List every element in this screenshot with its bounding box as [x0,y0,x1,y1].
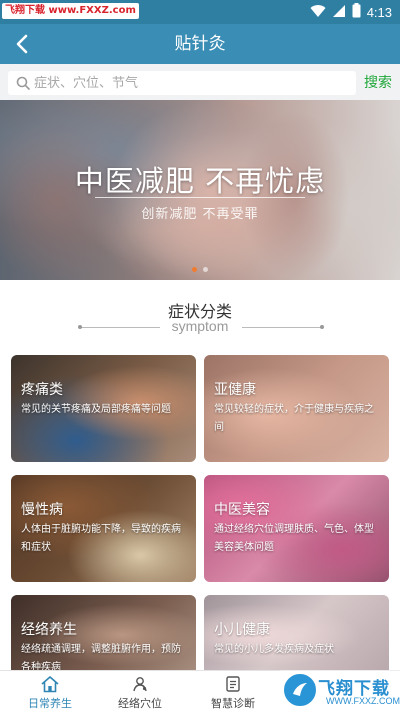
category-card-pain[interactable]: 疼痛类 常见的关节疼痛及局部疼痛等问题 [11,355,196,462]
banner-subtitle: 创新减肥 不再受罪 [141,207,259,222]
category-title: 中医美容 [214,502,270,518]
tab-label: 日常养生 [28,697,72,710]
status-icons: 4:13 [310,2,392,22]
section-divider-dot [320,325,324,329]
banner-dot-active[interactable] [192,267,197,272]
banner-title: 中医减肥 不再忧虑 [74,164,326,198]
category-card-meridian[interactable]: 经络养生 经络疏通调理，调整脏腑作用，预防各种疾病 [11,595,196,675]
category-card-subhealth[interactable]: 亚健康 常见较轻的症状，介于健康与疾病之间 [204,355,389,462]
tab-daily-health[interactable]: 日常养生 [0,671,100,712]
search-icon [12,71,34,95]
tab-label: 智慧诊断 [211,697,255,710]
category-desc: 常见较轻的症状，介于健康与疾病之间 [214,404,374,433]
watermark-url: WWW.FXXZ.COM [326,696,400,706]
category-card-beauty[interactable]: 中医美容 通过经络穴位调理肤质、气色、体型美容美体问题 [204,475,389,582]
status-time: 4:13 [366,4,392,20]
app-screen: 飞翔下载 www.FXXZ.com 4:13 贴针灸 搜索 [0,0,400,712]
banner-divider [95,197,305,198]
promo-banner[interactable]: 中医减肥 不再忧虑 创新减肥 不再受罪 [0,100,400,280]
category-title: 亚健康 [214,382,256,398]
search-input[interactable] [34,71,356,95]
watermark-logo [282,672,318,708]
home-icon [40,675,60,693]
watermark-top: 飞翔下载 www.FXXZ.com [2,3,139,19]
category-desc: 常见的关节疼痛及局部疼痛等问题 [21,404,171,415]
banner-dot[interactable] [203,267,208,272]
tab-acupoints[interactable]: 经络穴位 [90,671,190,712]
signal-icon [332,3,346,22]
search-box[interactable] [8,71,356,95]
banner-pagination [0,267,400,272]
status-bar: 飞翔下载 www.FXXZ.com 4:13 [0,0,400,24]
app-header: 贴针灸 [0,24,400,64]
battery-icon [352,2,361,22]
tab-label: 经络穴位 [118,697,162,710]
tab-diagnosis[interactable]: 智慧诊断 [183,671,283,712]
section-subtitle-row: symptom [0,318,400,338]
category-card-chronic[interactable]: 慢性病 人体由于脏腑功能下降，导致的疾病和症状 [11,475,196,582]
page-title: 贴针灸 [174,34,226,54]
category-title: 小儿健康 [214,622,270,638]
section-subtitle: symptom [171,318,229,334]
category-title: 疼痛类 [21,382,63,398]
wifi-icon [310,3,326,22]
category-title: 慢性病 [21,502,63,518]
category-desc: 通过经络穴位调理肤质、气色、体型美容美体问题 [214,524,374,553]
category-card-children[interactable]: 小儿健康 常见的小儿多发疾病及症状 [204,595,389,675]
acupoint-icon [130,675,150,693]
diagnosis-icon [223,675,243,693]
section-divider-right [242,327,322,328]
category-desc: 人体由于脏腑功能下降，导致的疾病和症状 [21,524,181,553]
category-desc: 常见的小儿多发疾病及症状 [214,644,334,655]
search-bar: 搜索 [0,64,400,100]
search-button[interactable]: 搜索 [364,72,392,94]
category-title: 经络养生 [21,622,77,638]
